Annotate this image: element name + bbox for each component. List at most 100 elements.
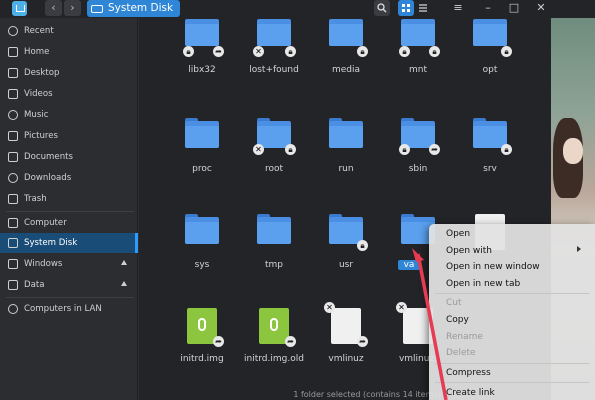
sidebar-item-label: Documents <box>24 152 73 162</box>
sidebar-item-recent[interactable]: Recent <box>0 21 138 41</box>
document-icon <box>8 152 18 162</box>
picture-icon <box>8 131 18 141</box>
sidebar-item-desktop[interactable]: Desktop <box>0 63 138 83</box>
link-icon: ➦ <box>357 336 368 347</box>
title-bar: ‹ › System Disk ≡ – □ ✕ <box>0 0 595 18</box>
sidebar-item-label: Videos <box>24 89 53 99</box>
sidebar-item-label: Computer <box>24 218 67 228</box>
sidebar-item-label: Downloads <box>24 173 72 183</box>
back-button[interactable]: ‹ <box>45 0 62 16</box>
sidebar-divider <box>6 211 134 212</box>
link-icon: ➦ <box>429 144 440 155</box>
sidebar-item-downloads[interactable]: Downloads <box>0 168 138 188</box>
context-menu: Open Open with Open in new window Open i… <box>429 224 595 400</box>
no-access-icon: ✕ <box>396 302 407 313</box>
lock-icon: 🔒︎ <box>285 144 296 155</box>
file-name: opt <box>482 65 498 75</box>
download-icon <box>8 173 18 183</box>
drive-icon <box>8 238 18 248</box>
lock-icon: 🔒︎ <box>501 144 512 155</box>
menu-item-open[interactable]: Open <box>446 226 586 242</box>
folder-icon <box>185 214 219 244</box>
sidebar-item-computer[interactable]: Computer <box>0 213 138 233</box>
folder-icon <box>257 214 291 244</box>
sidebar-item-label: Home <box>24 47 50 57</box>
menu-item-open-with[interactable]: Open with <box>446 243 586 259</box>
search-button[interactable] <box>374 0 390 16</box>
sidebar-item-trash[interactable]: Trash <box>0 189 138 209</box>
drive-icon <box>8 259 18 269</box>
sidebar-item-system-disk[interactable]: System Disk <box>0 233 138 253</box>
eject-icon[interactable] <box>121 281 127 286</box>
folder-icon <box>329 214 363 244</box>
submenu-arrow-icon <box>577 246 581 252</box>
link-icon: ➦ <box>213 46 224 57</box>
sidebar-item-computers-in-lan[interactable]: Computers in LAN <box>0 299 138 319</box>
lock-icon: 🔒︎ <box>357 240 368 251</box>
folder-icon <box>329 18 363 46</box>
drive-icon <box>91 4 103 13</box>
search-icon <box>377 3 387 13</box>
menu-separator <box>435 293 589 294</box>
lock-icon: 🔒︎ <box>357 46 368 57</box>
menu-item-open-new-window[interactable]: Open in new window <box>446 259 586 275</box>
menu-item-rename[interactable]: Rename <box>446 329 586 345</box>
eject-icon[interactable] <box>121 260 127 265</box>
menu-item-copy[interactable]: Copy <box>446 312 586 328</box>
drive-icon <box>8 280 18 290</box>
folder-icon <box>473 18 507 46</box>
menu-item-delete[interactable]: Delete <box>446 345 586 361</box>
menu-separator <box>435 382 589 383</box>
sidebar-item-music[interactable]: Music <box>0 105 138 125</box>
breadcrumb[interactable]: System Disk <box>87 0 181 17</box>
network-icon <box>8 304 18 314</box>
sidebar-divider <box>6 297 134 298</box>
sidebar-item-home[interactable]: Home <box>0 42 138 62</box>
folder-icon <box>257 18 291 46</box>
sidebar-item-label: Pictures <box>24 131 59 141</box>
icon-view-button[interactable] <box>398 0 414 16</box>
no-access-icon: ✕ <box>253 144 264 155</box>
no-access-icon: ✕ <box>324 302 335 313</box>
file-name: va <box>398 260 420 270</box>
list-icon <box>419 4 427 12</box>
sidebar-item-windows[interactable]: Windows <box>0 254 138 274</box>
lock-icon: 🔒︎ <box>501 46 512 57</box>
sidebar-item-documents[interactable]: Documents <box>0 147 138 167</box>
desktop-icon <box>8 68 18 78</box>
file-name: srv <box>483 164 497 174</box>
computer-icon <box>8 218 18 228</box>
folder-icon <box>329 118 363 148</box>
menu-separator <box>435 363 589 364</box>
sidebar-item-label: Windows <box>24 259 63 269</box>
sidebar-item-label: System Disk <box>24 238 78 248</box>
file-manager-app-icon <box>12 1 27 16</box>
file-item[interactable]: 🔒︎ opt <box>445 18 535 98</box>
close-button[interactable]: ✕ <box>533 0 549 16</box>
lock-icon: 🔒︎ <box>285 46 296 57</box>
grid-icon <box>402 4 410 12</box>
menu-item-open-new-tab[interactable]: Open in new tab <box>446 276 586 292</box>
maximize-button[interactable]: □ <box>506 0 522 16</box>
sidebar-item-pictures[interactable]: Pictures <box>0 126 138 146</box>
folder-icon <box>401 18 435 46</box>
link-icon: ➦ <box>285 336 296 347</box>
sidebar-item-data[interactable]: Data <box>0 275 138 295</box>
video-icon <box>8 89 18 99</box>
sidebar-item-label: Trash <box>24 194 47 204</box>
forward-button[interactable]: › <box>64 0 81 16</box>
sidebar-item-videos[interactable]: Videos <box>0 84 138 104</box>
sidebar-item-label: Computers in LAN <box>24 304 102 314</box>
menu-item-compress[interactable]: Compress <box>446 365 586 381</box>
link-icon: ➦ <box>213 336 224 347</box>
sidebar-item-label: Data <box>24 280 45 290</box>
minimize-button[interactable]: – <box>480 0 496 16</box>
folder-icon <box>185 118 219 148</box>
menu-item-create-link[interactable]: Create link <box>446 385 586 400</box>
lock-icon: 🔒︎ <box>399 144 410 155</box>
menu-button[interactable]: ≡ <box>450 0 466 16</box>
clock-icon <box>8 26 18 36</box>
list-view-button[interactable] <box>415 0 431 16</box>
file-item[interactable]: 🔒︎ srv <box>445 118 535 198</box>
menu-item-cut[interactable]: Cut <box>446 295 586 311</box>
